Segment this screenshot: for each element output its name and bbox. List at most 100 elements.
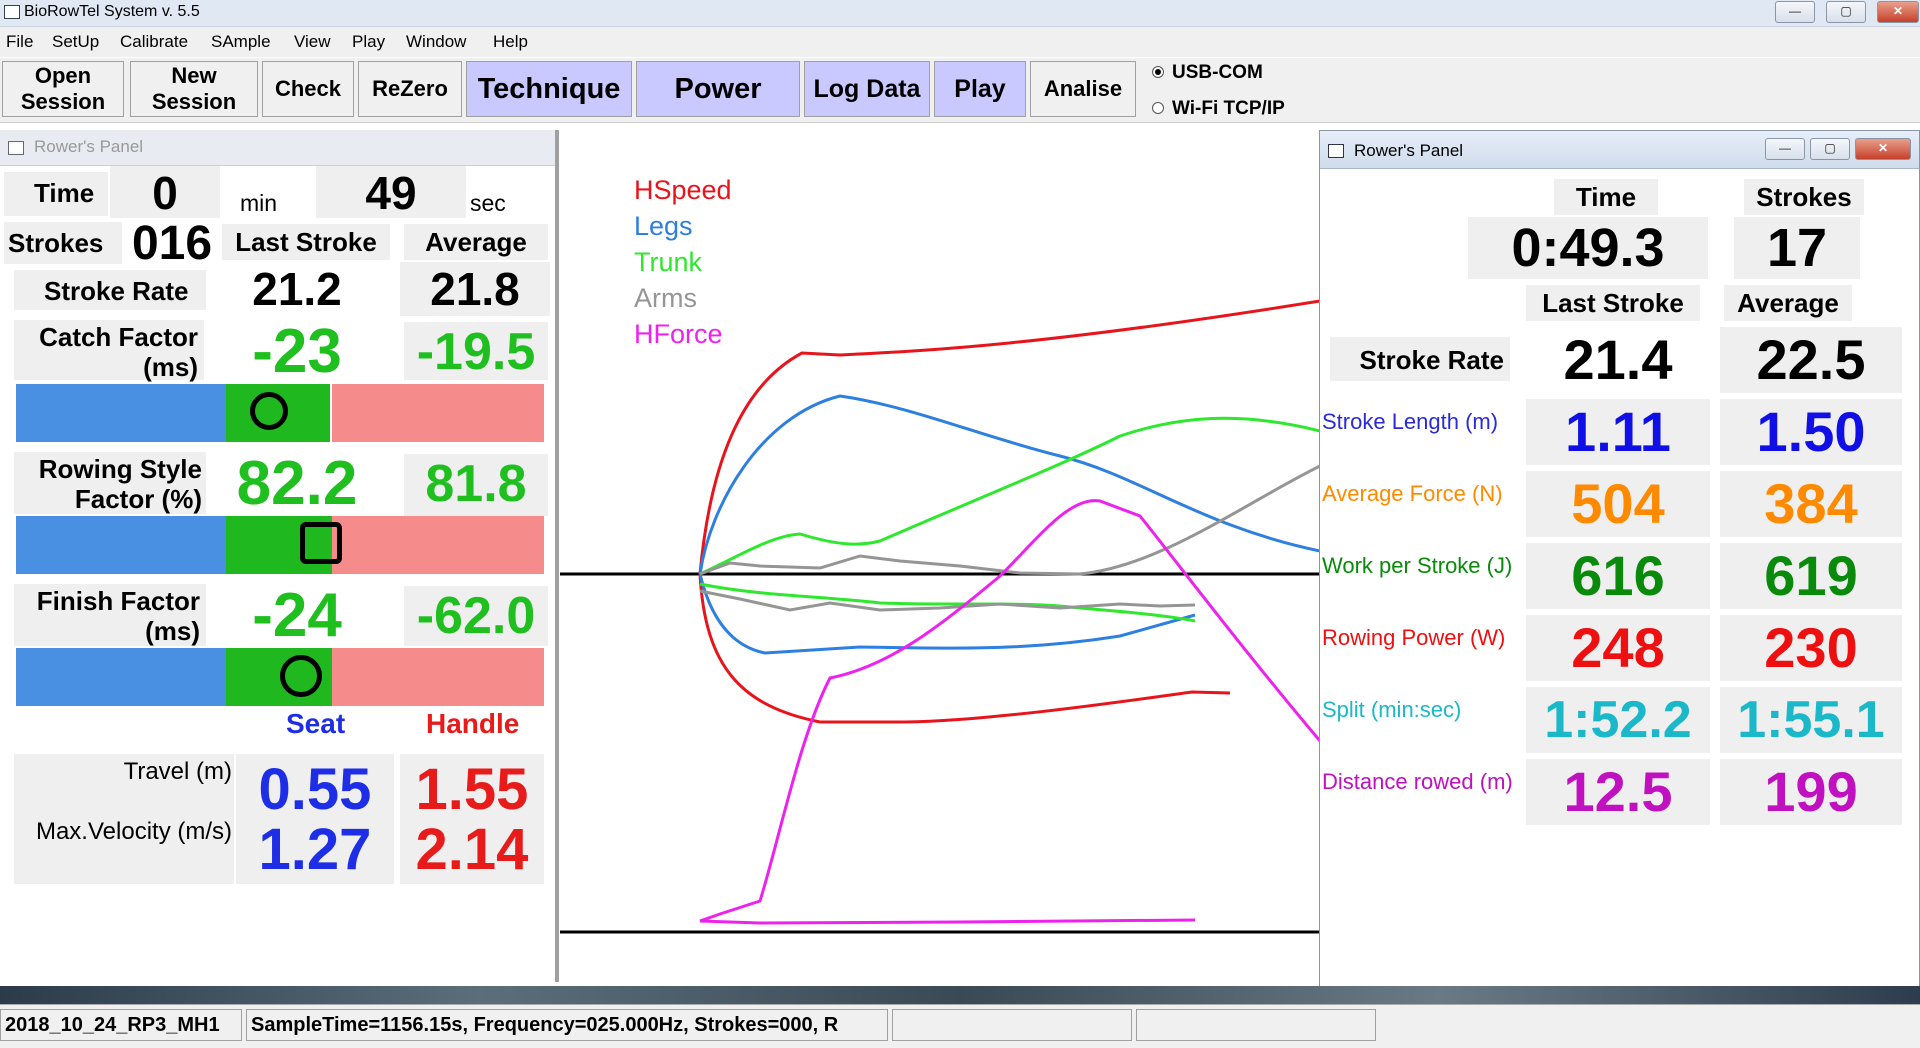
- finish-factor-label-1: Finish Factor: [36, 586, 200, 616]
- rowing-style-bar-pink: [332, 516, 544, 574]
- status-file: 2018_10_24_RP3_MH1: [0, 1009, 242, 1041]
- wifi-radio[interactable]: Wi-Fi TCP/IP: [1152, 98, 1285, 120]
- menu-play[interactable]: Play: [352, 32, 385, 52]
- menu-window[interactable]: Window: [406, 32, 466, 52]
- right-stroke-rate-average: 22.5: [1720, 327, 1902, 393]
- new-session-button[interactable]: New Session: [130, 61, 258, 117]
- right-distance-label: Distance rowed (m): [1322, 769, 1513, 794]
- rowing-style-bar-blue: [16, 516, 226, 574]
- right-rowing-power-last: 248: [1526, 615, 1710, 681]
- right-average-header: Average: [1724, 285, 1852, 321]
- catch-factor-average: -19.5: [404, 322, 548, 381]
- maximize-button[interactable]: ▢: [1826, 1, 1866, 23]
- play-button[interactable]: Play: [934, 61, 1026, 117]
- right-last-stroke-header: Last Stroke: [1526, 285, 1700, 321]
- stroke-rate-last: 21.2: [252, 263, 342, 315]
- right-stroke-rate-label: Stroke Rate: [1330, 337, 1510, 381]
- catch-factor-label-1: Catch Factor: [39, 322, 198, 352]
- right-distance-average: 199: [1720, 759, 1902, 825]
- average-header: Average: [404, 224, 548, 260]
- hspeed-curve-top: [698, 299, 1321, 575]
- panel-maximize-button[interactable]: ▢: [1810, 138, 1850, 160]
- minimize-button[interactable]: —: [1775, 1, 1815, 23]
- stroke-rate-average: 21.8: [400, 262, 550, 316]
- left-panel-title: Rower's Panel: [34, 137, 144, 156]
- panel-icon: [1328, 144, 1344, 158]
- minutes-unit: min: [240, 190, 278, 216]
- hforce-curve-bottom: [699, 918, 1196, 925]
- usb-com-radio[interactable]: USB-COM: [1152, 62, 1263, 84]
- open-session-label-2: Session: [20, 89, 106, 114]
- menu-help[interactable]: Help: [493, 32, 528, 52]
- toolbar: Open Session New Session Check ReZero Tech…: [0, 58, 1920, 123]
- legs-curve-bottom: [698, 573, 1196, 655]
- max-velocity-label: Max.Velocity (m/s): [35, 818, 232, 845]
- analise-button[interactable]: Analise: [1030, 61, 1136, 117]
- right-average-force-last: 504: [1526, 471, 1710, 537]
- catch-factor-label-2: (ms): [143, 352, 198, 382]
- technique-button[interactable]: Technique: [466, 61, 632, 117]
- panel-close-button[interactable]: ✕: [1855, 138, 1911, 160]
- right-strokes-value: 17: [1734, 217, 1860, 279]
- check-button[interactable]: Check: [262, 61, 354, 117]
- legend-hforce: HForce: [634, 319, 723, 349]
- right-rowing-power-label: Rowing Power (W): [1322, 625, 1506, 650]
- travel-handle: 1.55: [415, 757, 529, 822]
- catch-factor-bar-blue: [16, 384, 226, 442]
- trunk-curve-bottom: [699, 582, 1196, 623]
- close-button[interactable]: ✕: [1877, 1, 1919, 23]
- menu-view[interactable]: View: [294, 32, 331, 52]
- power-button[interactable]: Power: [636, 61, 800, 117]
- right-distance-last: 12.5: [1526, 759, 1710, 825]
- status-field-4: [1136, 1009, 1376, 1041]
- strokes-value: 016: [131, 217, 213, 270]
- travel-label: Travel (m): [123, 758, 232, 785]
- rowing-style-label: Rowing Style Factor (%): [14, 452, 206, 514]
- menu-bar: File SetUp Calibrate SAmple View Play Wi…: [0, 27, 1920, 57]
- arms-curve-top: [699, 464, 1321, 576]
- right-stroke-rate-last: 21.4: [1526, 327, 1710, 393]
- legend-legs: Legs: [634, 211, 693, 241]
- open-session-label-1: Open: [34, 63, 92, 88]
- finish-factor-bar-pink: [332, 648, 544, 706]
- legend-arms: Arms: [634, 283, 697, 313]
- rezero-button[interactable]: ReZero: [358, 61, 462, 117]
- status-info: SampleTime=1156.15s, Frequency=025.000Hz…: [246, 1009, 888, 1041]
- right-split-label: Split (min:sec): [1322, 697, 1462, 722]
- catch-factor-bar-pink: [332, 384, 544, 442]
- rowing-style-last: 82.2: [236, 449, 358, 518]
- finish-factor-bar-blue: [16, 648, 226, 706]
- menu-file[interactable]: File: [6, 32, 33, 52]
- rowing-style-marker: [300, 522, 342, 564]
- panel-icon: [8, 141, 24, 155]
- plot-legend: HSpeed Legs Trunk Arms HForce: [634, 172, 732, 352]
- catch-factor-marker: [250, 392, 288, 430]
- right-time-value: 0:49.3: [1468, 217, 1708, 279]
- catch-factor-last: -23: [252, 317, 342, 386]
- menu-setup[interactable]: SetUp: [52, 32, 99, 52]
- status-bar: 2018_10_24_RP3_MH1 SampleTime=1156.15s, …: [0, 1004, 1920, 1048]
- right-panel-title: Rower's Panel: [1354, 141, 1464, 160]
- legend-hspeed: HSpeed: [634, 175, 732, 205]
- strokes-label: Strokes: [4, 222, 122, 264]
- stroke-rate-label: Stroke Rate: [14, 270, 206, 310]
- wifi-label: Wi-Fi TCP/IP: [1172, 98, 1285, 119]
- right-strokes-header: Strokes: [1744, 179, 1864, 215]
- panel-minimize-button[interactable]: —: [1765, 138, 1805, 160]
- right-time-header: Time: [1554, 179, 1658, 215]
- log-data-button[interactable]: Log Data: [804, 61, 930, 117]
- menu-sample[interactable]: SAmple: [211, 32, 271, 52]
- right-work-per-stroke-last: 616: [1526, 543, 1710, 609]
- radio-unselected-icon: [1152, 102, 1164, 114]
- finish-factor-label: Finish Factor (ms): [14, 584, 206, 646]
- finish-factor-label-2: (ms): [145, 616, 200, 646]
- open-session-button[interactable]: Open Session: [2, 61, 124, 117]
- last-stroke-header: Last Stroke: [222, 224, 390, 260]
- right-stroke-length-average: 1.50: [1720, 399, 1902, 465]
- title-bar: BioRowTel System v. 5.5 — ▢ ✕: [0, 0, 1920, 27]
- finish-factor-average: -62.0: [404, 586, 548, 646]
- time-seconds: 49: [316, 166, 466, 219]
- right-panel-titlebar: Rower's Panel — ▢ ✕: [1320, 131, 1919, 169]
- time-minutes: 0: [110, 166, 220, 219]
- menu-calibrate[interactable]: Calibrate: [120, 32, 188, 52]
